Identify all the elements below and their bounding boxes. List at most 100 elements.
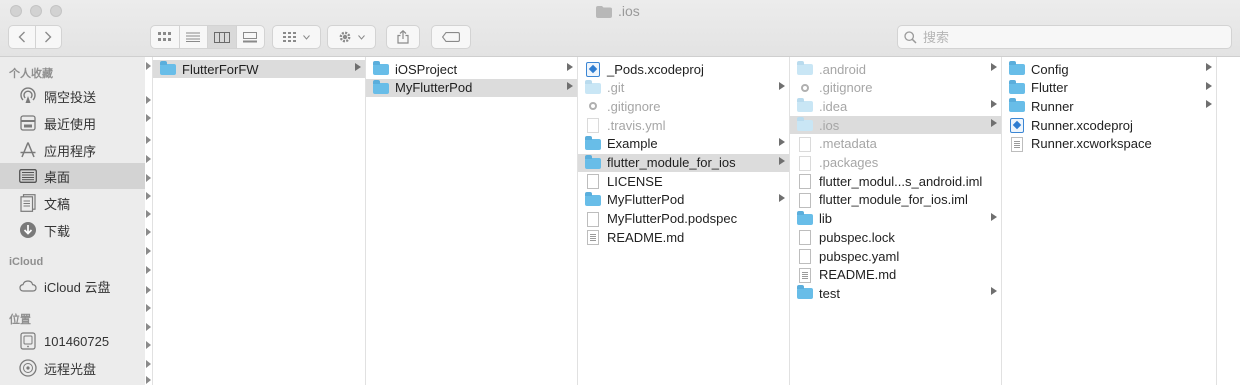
file-row[interactable]: Example	[578, 135, 789, 153]
airdrop-icon	[18, 87, 38, 105]
forward-button[interactable]	[36, 26, 62, 48]
column-5: Config Flutter Runner Runner.xcodeproj Runne…	[1002, 57, 1217, 385]
file-row[interactable]: test	[790, 284, 1001, 302]
disclosure-arrow-icon	[991, 63, 997, 71]
file-row[interactable]: .gitignore	[790, 79, 1001, 97]
file-row[interactable]: .ios	[790, 116, 1001, 135]
minimize-window-button[interactable]	[30, 5, 42, 17]
tags-button[interactable]	[431, 25, 471, 49]
file-row[interactable]: Runner	[1002, 97, 1216, 115]
sidebar-item-airdrop[interactable]: 隔空投送	[0, 83, 145, 109]
file-name: .packages	[819, 155, 879, 170]
file-row[interactable]: _Pods.xcodeproj	[578, 60, 789, 78]
file-row[interactable]: .metadata	[790, 135, 1001, 153]
column-edge	[145, 57, 153, 385]
back-button[interactable]	[9, 26, 36, 48]
window-title: .ios	[596, 2, 640, 20]
search-field[interactable]	[897, 25, 1232, 49]
column-1: FlutterForFW	[153, 57, 366, 385]
sidebar-item-recents[interactable]: 最近使用	[0, 110, 145, 136]
file-row[interactable]: .packages	[790, 154, 1001, 172]
config-file-icon	[796, 81, 814, 95]
folder-icon	[796, 210, 814, 226]
sidebar-item-documents[interactable]: 文稿	[0, 190, 145, 216]
zoom-window-button[interactable]	[50, 5, 62, 17]
folder-icon	[796, 61, 814, 76]
file-row[interactable]: flutter_modul...s_android.iml	[790, 172, 1001, 190]
folder-icon	[796, 117, 814, 132]
disclosure-arrow-icon	[991, 287, 997, 296]
sidebar-item-icloud-drive[interactable]: iCloud 云盘	[0, 273, 145, 299]
finder-window: .ios 搜索 个人收藏 隔空投送 最近使用 应用程序 桌面 文稿 下载 iCl…	[0, 0, 1240, 385]
action-menu-button[interactable]	[327, 25, 376, 49]
file-row[interactable]: flutter_module_for_ios	[578, 153, 789, 172]
group-grid-icon	[283, 32, 296, 42]
downloads-icon	[18, 221, 38, 239]
file-row[interactable]: Runner.xcworkspace	[1002, 135, 1216, 153]
file-name: .gitignore	[819, 80, 873, 96]
folder-icon	[159, 61, 177, 76]
disclosure-arrow-icon	[1206, 81, 1212, 90]
file-row[interactable]: README.md	[790, 266, 1001, 284]
column-view-button[interactable]	[208, 26, 237, 48]
close-window-button[interactable]	[10, 5, 22, 17]
grid-icon	[157, 32, 171, 41]
file-row[interactable]: flutter_module_for_ios.iml	[790, 191, 1001, 209]
document-icon	[796, 230, 814, 246]
file-row[interactable]: pubspec.yaml	[790, 247, 1001, 265]
sidebar-item-disk[interactable]: 101460725	[0, 328, 145, 354]
collapsed-column-arrow-icon	[146, 341, 151, 349]
file-row[interactable]: LICENSE	[578, 172, 789, 190]
file-name: _Pods.xcodeproj	[607, 61, 704, 77]
sidebar-item-remote-disc[interactable]: 远程光盘	[0, 355, 145, 381]
collapsed-column-arrow-icon	[146, 174, 151, 182]
sidebar-item-desktop[interactable]: 桌面	[0, 163, 145, 189]
tags-control[interactable]	[432, 26, 470, 48]
chevron-down-icon	[358, 34, 365, 40]
file-row[interactable]: .android	[790, 60, 1001, 78]
file-row[interactable]: Config	[1002, 60, 1216, 78]
sidebar-item-label: 应用程序	[44, 143, 97, 159]
group-by-button[interactable]	[272, 25, 321, 49]
file-row[interactable]: .gitignore	[578, 97, 789, 115]
share-button[interactable]	[386, 25, 420, 49]
group-by-control[interactable]	[273, 26, 320, 48]
collapsed-column-arrow-icon	[146, 247, 151, 255]
icon-view-button[interactable]	[151, 26, 180, 48]
list-view-button[interactable]	[180, 26, 208, 48]
file-name: .ios	[819, 117, 840, 133]
file-name: README.md	[607, 229, 685, 245]
disclosure-arrow-icon	[1206, 63, 1212, 71]
file-row[interactable]: iOSProject	[366, 60, 577, 78]
file-row[interactable]: .idea	[790, 97, 1001, 115]
action-menu-control[interactable]	[328, 26, 375, 48]
file-row[interactable]: MyFlutterPod	[578, 191, 789, 209]
disclosure-arrow-icon	[991, 212, 997, 221]
file-row[interactable]: Runner.xcodeproj	[1002, 116, 1216, 134]
file-row[interactable]: MyFlutterPod.podspec	[578, 210, 789, 228]
file-row[interactable]: README.md	[578, 228, 789, 246]
file-row[interactable]: .git	[578, 79, 789, 97]
file-name: README.md	[819, 267, 897, 283]
sidebar-item-applications[interactable]: 应用程序	[0, 137, 145, 163]
disclosure-arrow-icon	[567, 81, 573, 90]
file-row[interactable]: pubspec.lock	[790, 228, 1001, 246]
search-input[interactable]	[923, 29, 1223, 45]
column-3: _Pods.xcodeproj .git .gitignore .travis.yml…	[578, 57, 790, 385]
gallery-view-button[interactable]	[237, 26, 265, 48]
chevron-right-icon	[45, 31, 52, 43]
file-row[interactable]: Flutter	[1002, 79, 1216, 97]
collapsed-column-arrow-icon	[146, 62, 151, 70]
file-row[interactable]: .travis.yml	[578, 116, 789, 134]
sidebar-item-label: 隔空投送	[44, 89, 97, 105]
file-row[interactable]: FlutterForFW	[153, 60, 365, 78]
sidebar-item-downloads[interactable]: 下载	[0, 217, 145, 243]
file-row[interactable]: MyFlutterPod	[366, 78, 577, 97]
sidebar-item-label: 下载	[44, 223, 71, 239]
xcode-project-icon	[1008, 118, 1026, 134]
share-control[interactable]	[387, 26, 419, 48]
file-row[interactable]: lib	[790, 210, 1001, 228]
sidebar-item-label: iCloud 云盘	[44, 279, 111, 295]
file-name: .travis.yml	[607, 117, 666, 133]
column-4: .android .gitignore .idea .ios .metadata .pac…	[790, 57, 1002, 385]
